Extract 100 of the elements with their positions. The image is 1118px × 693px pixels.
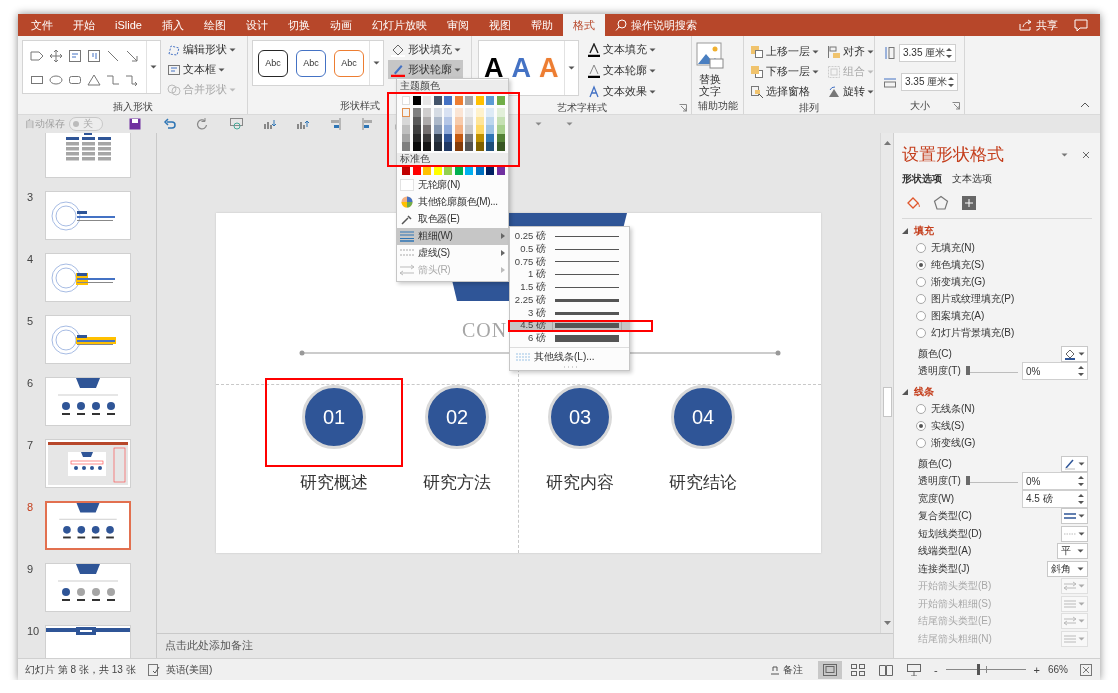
slide-number: 7: [27, 439, 35, 453]
ribbon-tab[interactable]: 格式: [562, 14, 605, 36]
type-dropdown[interactable]: 平: [1057, 543, 1088, 560]
property-label: 颜色(C): [918, 456, 953, 471]
weight-option[interactable]: 1 磅: [510, 268, 629, 282]
weight-option[interactable]: 1.5 磅: [510, 281, 629, 294]
radio-option[interactable]: 实线(S): [902, 417, 1100, 434]
pane-tab[interactable]: 文本选项: [952, 172, 992, 186]
ribbon-command[interactable]: 旋转: [825, 82, 876, 101]
menu-item[interactable]: 取色器(E): [397, 210, 508, 228]
ribbon-command[interactable]: 文本填充: [584, 40, 658, 59]
slide-number: 4: [27, 253, 35, 267]
ribbon-command[interactable]: 文本效果: [584, 82, 658, 101]
autosave-label: 自动保存: [25, 117, 65, 131]
ribbon-tab[interactable]: 幻灯片放映: [361, 14, 437, 36]
shape-style-preset[interactable]: Abc: [296, 49, 326, 77]
ribbon-command[interactable]: 文本轮廓: [584, 61, 658, 80]
radio-option[interactable]: 渐变填充(G): [902, 273, 1100, 290]
ribbon-tab[interactable]: 切换: [277, 14, 320, 36]
ribbon-tab[interactable]: 绘图: [193, 14, 236, 36]
ribbon-tab[interactable]: 动画: [319, 14, 362, 36]
radio-option[interactable]: 图案填充(A): [902, 307, 1100, 324]
item-label: 研究结论: [669, 472, 737, 494]
radio-option[interactable]: 图片或纹理填充(P): [902, 290, 1100, 307]
menu-item[interactable]: 其他线条(L)...: [510, 347, 629, 366]
wordart-preset[interactable]: A: [511, 54, 531, 82]
width-field[interactable]: 3.35 厘米: [901, 73, 958, 91]
ribbon-command[interactable]: 对齐: [825, 42, 876, 61]
weight-option[interactable]: 0.5 磅: [510, 242, 629, 256]
property-label: 结尾箭头类型(E): [918, 614, 993, 629]
share-button[interactable]: 共享: [1007, 14, 1070, 36]
menu-heading: 标准色: [397, 152, 508, 165]
ribbon-command[interactable]: 编辑形状: [165, 40, 238, 59]
section-title[interactable]: 填充: [914, 223, 934, 238]
ribbon-tab[interactable]: 帮助: [520, 14, 563, 36]
item-label: 研究内容: [546, 472, 614, 494]
ribbon-command[interactable]: 形状填充: [388, 40, 463, 59]
ribbon-command[interactable]: 上移一层: [748, 42, 821, 61]
property-label: 连接类型(J): [918, 561, 971, 576]
menu-item[interactable]: 虚线(S): [397, 244, 508, 262]
zoom-level[interactable]: 66%: [1048, 664, 1068, 675]
type-dropdown[interactable]: 斜角: [1047, 560, 1088, 577]
ribbon-tab[interactable]: iSlide: [105, 14, 152, 36]
ribbon-tab[interactable]: 设计: [235, 14, 278, 36]
pane-tab[interactable]: 形状选项: [902, 172, 942, 186]
weight-option[interactable]: 2.25 磅: [510, 294, 629, 307]
property-label: 线端类型(A): [918, 544, 973, 559]
notes-button[interactable]: 备注: [766, 662, 806, 677]
notes-placeholder[interactable]: 点击此处添加备注: [165, 639, 253, 653]
ribbon-tab[interactable]: 插入: [151, 14, 194, 36]
radio-option[interactable]: 纯色填充(S): [902, 256, 1100, 273]
weight-option[interactable]: 0.75 磅: [510, 255, 629, 269]
zoom-out-button[interactable]: -: [931, 663, 940, 676]
ribbon-command[interactable]: 文本框: [165, 60, 238, 79]
ribbon-tab[interactable]: 开始: [63, 14, 105, 36]
weight-option[interactable]: 6 磅: [510, 332, 629, 346]
ribbon-tab[interactable]: 审阅: [436, 14, 479, 36]
slide-number: 9: [27, 563, 35, 577]
slide-counter: 幻灯片 第 8 张，共 13 张: [25, 662, 136, 677]
menu-item[interactable]: 无轮廓(N): [397, 176, 508, 194]
height-field[interactable]: 3.35 厘米: [899, 44, 956, 62]
radio-option[interactable]: 幻灯片背景填充(B): [902, 324, 1100, 341]
ribbon-tab[interactable]: 文件: [21, 14, 63, 36]
group-label: 辅助功能: [697, 99, 738, 113]
number-circle: 04: [671, 385, 735, 449]
item-label: 研究概述: [300, 472, 368, 494]
radio-option[interactable]: 无填充(N): [902, 239, 1100, 256]
transparency-field[interactable]: 0%: [1022, 362, 1088, 381]
alt-text-button[interactable]: 替换 文字: [696, 40, 724, 98]
weight-option[interactable]: 0.25 磅: [510, 230, 629, 243]
shape-style-preset[interactable]: Abc: [334, 49, 364, 77]
zoom-in-button[interactable]: +: [1031, 663, 1042, 676]
ribbon-command[interactable]: 下移一层: [748, 62, 821, 81]
property-label: 颜色(C): [918, 346, 953, 361]
menu-item[interactable]: 粗细(W): [397, 227, 508, 245]
section-title[interactable]: 线条: [914, 384, 934, 399]
radio-option[interactable]: 无线条(N): [902, 400, 1100, 417]
shape-style-preset[interactable]: Abc: [258, 49, 288, 77]
language-label[interactable]: 英语(美国): [165, 662, 213, 677]
group-label: 形状样式: [339, 99, 380, 113]
transparency-field[interactable]: 0%: [1022, 472, 1088, 491]
slide-number: 3: [27, 191, 35, 205]
property-label: 透明度(T): [918, 364, 962, 379]
property-label: 开始箭头类型(B): [918, 579, 993, 594]
group-label: 艺术字样式: [556, 101, 607, 115]
menu-item[interactable]: 其他轮廓颜色(M)...: [397, 193, 508, 211]
property-label: 短划线类型(D): [918, 526, 983, 541]
ribbon-tab[interactable]: 视图: [478, 14, 521, 36]
property-label: 复合类型(C): [918, 509, 973, 524]
pane-title: 设置形状格式: [902, 144, 1005, 166]
ribbon-command[interactable]: 选择窗格: [748, 82, 821, 101]
group-label: 排列: [799, 101, 819, 115]
slide-number: 10: [27, 625, 41, 639]
wordart-preset[interactable]: A: [484, 54, 504, 82]
weight-option[interactable]: 3 磅: [510, 306, 629, 320]
ribbon-command[interactable]: 形状轮廓: [388, 60, 463, 79]
slide-number: 8: [27, 501, 35, 515]
property-label: 结尾箭头粗细(N): [918, 631, 993, 646]
tell-me-search[interactable]: 操作说明搜索: [604, 14, 707, 36]
radio-option[interactable]: 渐变线(G): [902, 434, 1100, 451]
